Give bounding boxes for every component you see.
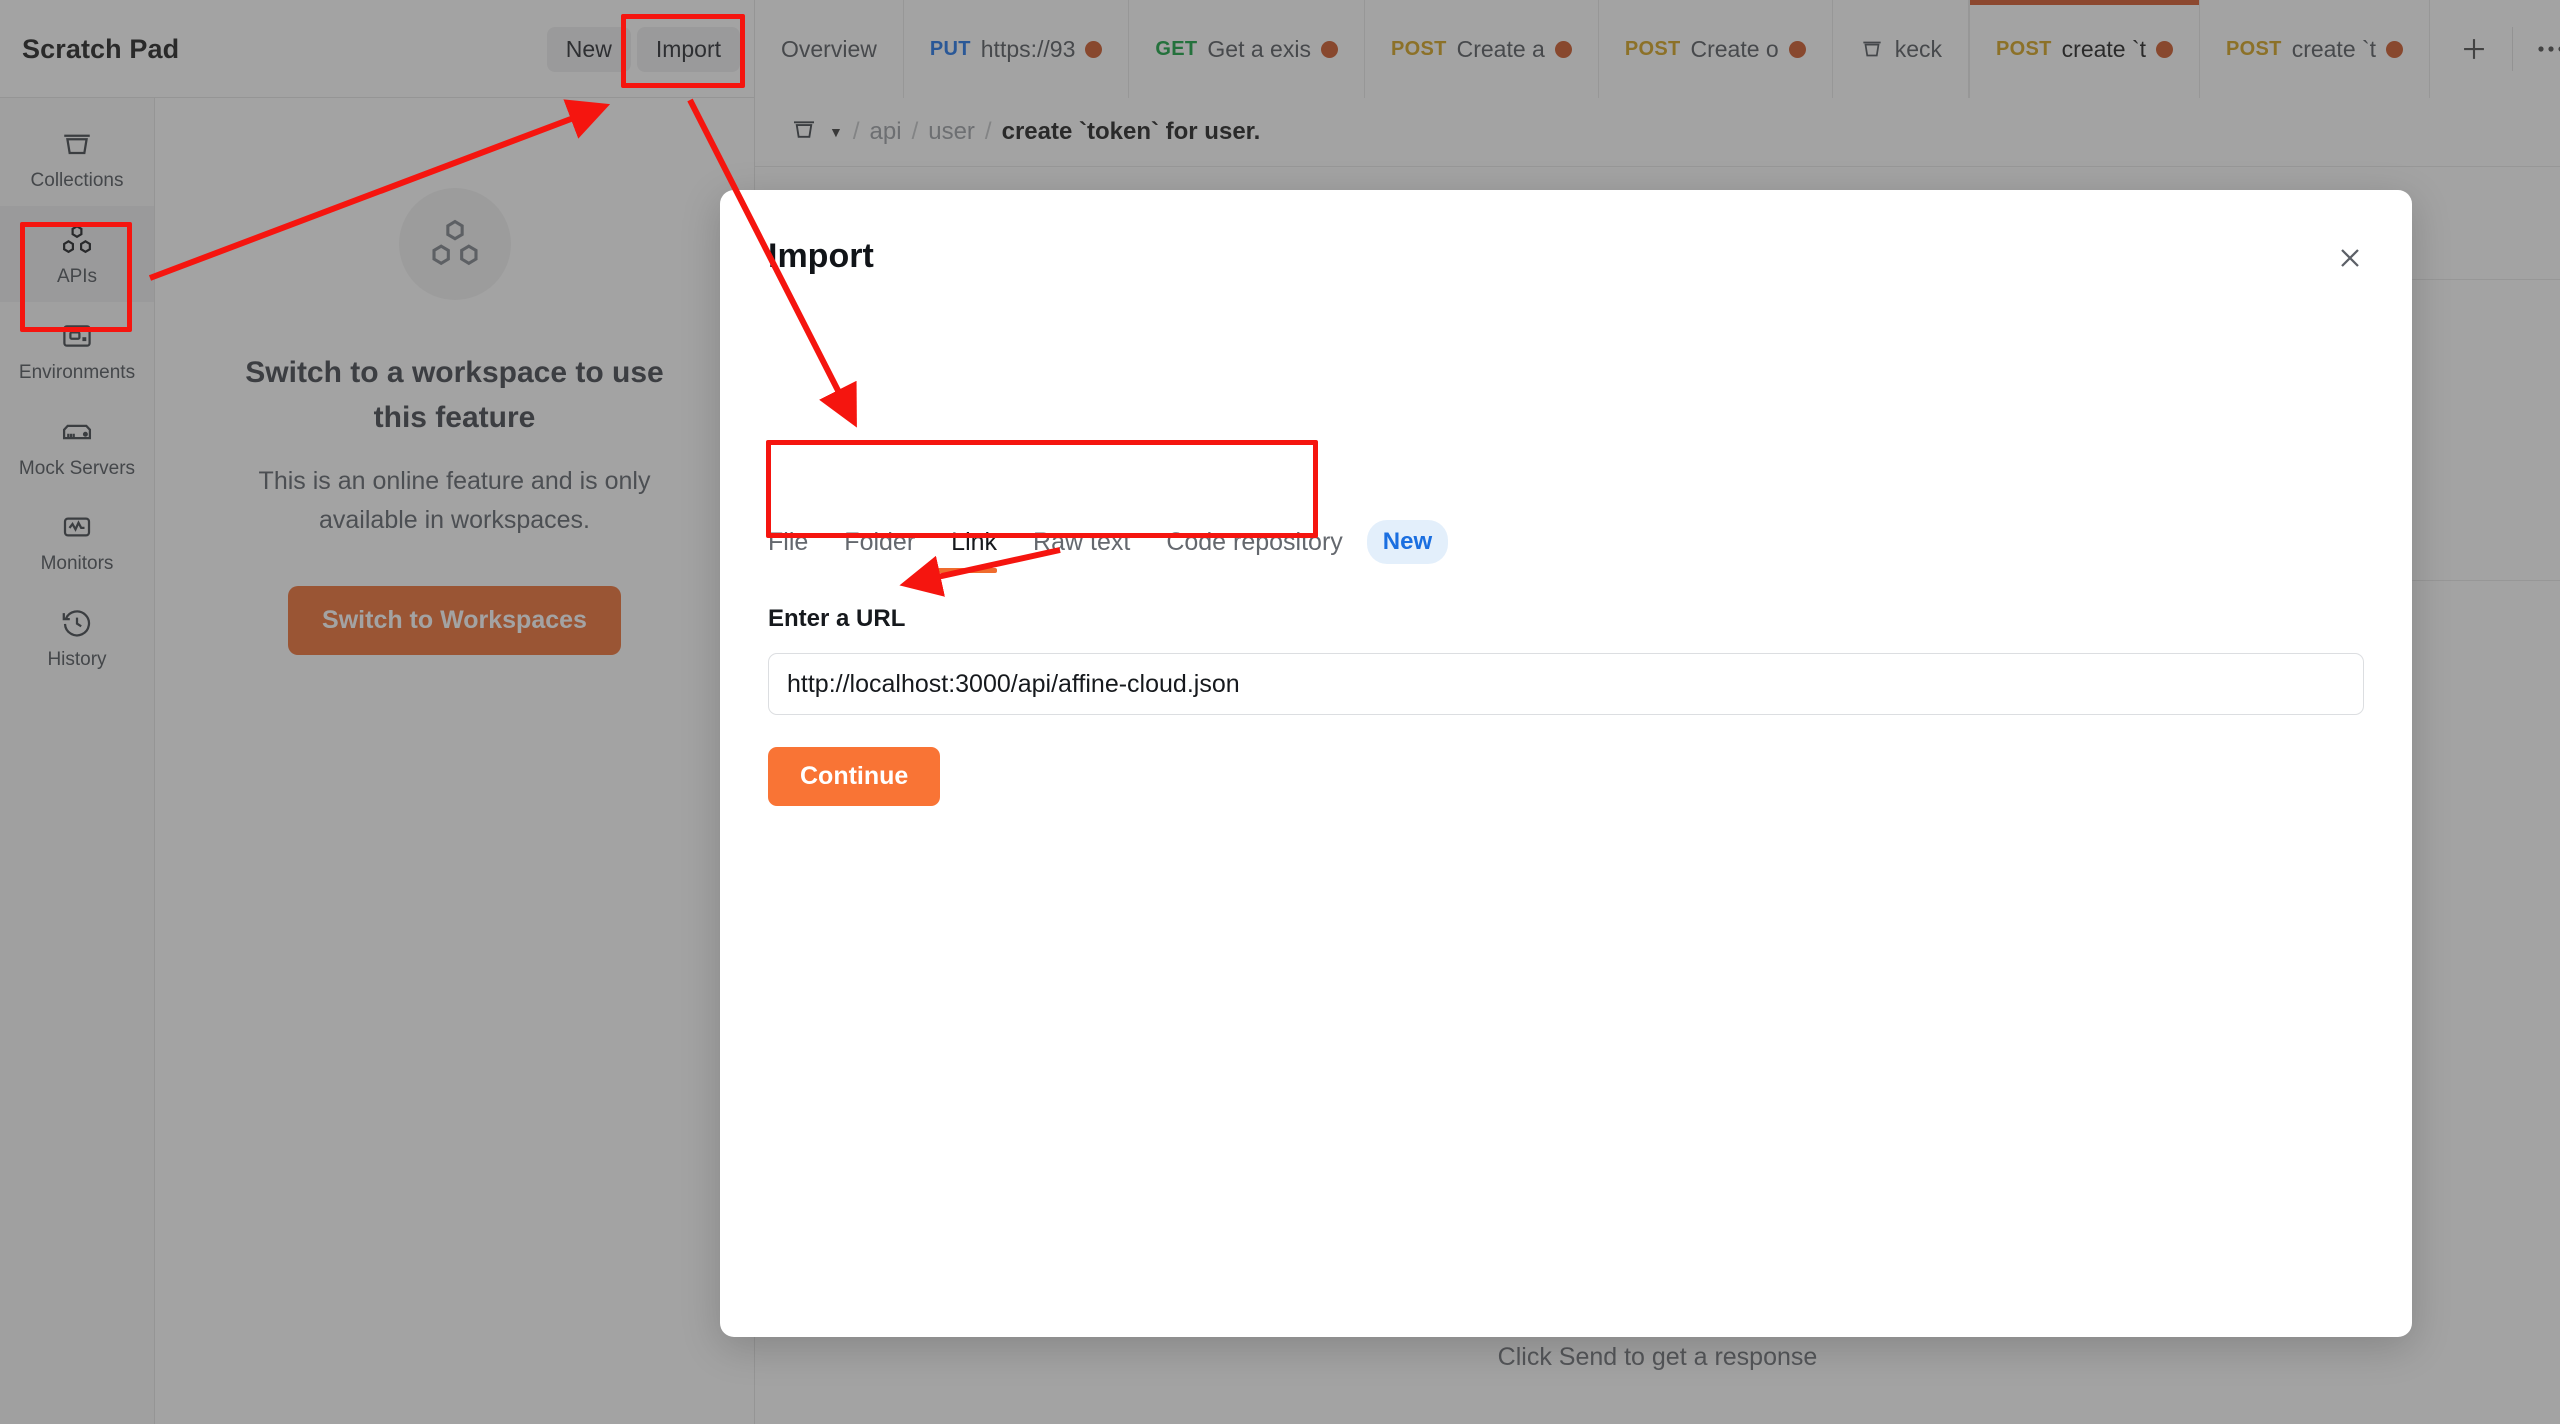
annotation-box-import-button xyxy=(621,14,745,88)
import-modal: Import File Folder Link Raw text Code re… xyxy=(720,190,2412,1337)
app-window: Scratch Pad New Import Overview PUT http… xyxy=(0,0,2560,1424)
url-input[interactable] xyxy=(768,653,2364,715)
annotation-box-apis-sidebar xyxy=(20,222,132,332)
url-field-label: Enter a URL xyxy=(768,605,906,632)
continue-button[interactable]: Continue xyxy=(768,747,941,806)
annotation-box-url-input xyxy=(766,440,1318,538)
new-badge: New xyxy=(1366,520,1449,564)
close-icon[interactable] xyxy=(2326,234,2374,282)
modal-title: Import xyxy=(768,237,874,275)
